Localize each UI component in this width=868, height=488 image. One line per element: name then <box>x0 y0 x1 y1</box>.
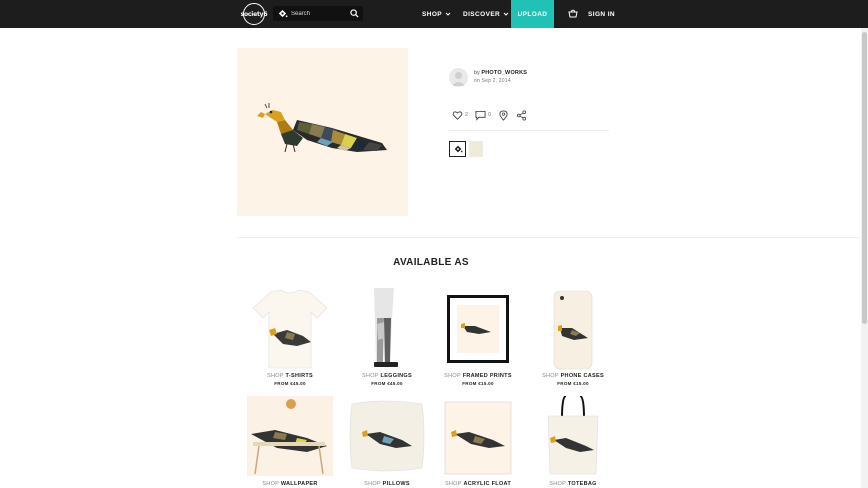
by-prefix: by <box>474 70 480 76</box>
like-count: 2 <box>465 112 469 118</box>
product-price: FROM €45.00 <box>274 381 306 386</box>
product-totebag[interactable]: SHOP TOTEBAG <box>530 396 616 488</box>
comment-button[interactable]: 0 <box>475 110 491 121</box>
totebag-thumbnail <box>547 396 599 475</box>
paint-bucket-icon[interactable] <box>277 8 288 19</box>
phone-case-thumbnail <box>553 290 593 370</box>
peacock-artwork <box>257 103 387 153</box>
chevron-down-icon <box>503 12 509 16</box>
product-price: FROM €45.00 <box>371 381 403 386</box>
share-button[interactable] <box>516 110 527 121</box>
sign-in-link[interactable]: SIGN IN <box>588 0 615 28</box>
artist-name-link[interactable]: PHOTO_WORKS <box>481 70 527 76</box>
search-icon[interactable] <box>350 9 359 18</box>
nav-discover-label: DISCOVER <box>463 10 501 18</box>
avatar[interactable] <box>449 68 468 87</box>
framed-print-thumbnail <box>447 295 509 363</box>
section-divider <box>237 237 859 238</box>
comment-count: 0 <box>488 112 492 118</box>
artist-byline: by PHOTO_WORKS <box>474 70 527 76</box>
scrollbar[interactable] <box>861 28 868 488</box>
acrylic-float-thumbnail <box>444 401 512 475</box>
nav-shop[interactable]: SHOP <box>422 0 451 28</box>
search-bar[interactable] <box>273 6 363 21</box>
artwork-image[interactable] <box>237 48 408 216</box>
product-label[interactable]: SHOP LEGGINGS <box>344 373 430 379</box>
logo-icon[interactable]: society6 <box>241 3 268 25</box>
product-pillows[interactable]: SHOP PILLOWS <box>344 396 430 488</box>
product-label[interactable]: SHOP WALLPAPER <box>247 481 333 487</box>
color-swatch-selected[interactable] <box>449 141 466 157</box>
product-label[interactable]: SHOP PILLOWS <box>344 481 430 487</box>
product-phone-cases[interactable]: SHOP PHONE CASES FROM €15.00 <box>530 288 616 386</box>
available-as-heading: AVAILABLE AS <box>393 257 469 268</box>
chevron-down-icon <box>445 12 451 16</box>
product-framed-prints[interactable]: SHOP FRAMED PRINTS FROM €15.00 <box>435 288 521 386</box>
location-button[interactable] <box>498 110 509 121</box>
product-label[interactable]: SHOP PHONE CASES <box>530 373 616 379</box>
divider <box>449 130 609 131</box>
share-icon <box>517 110 527 120</box>
search-input[interactable] <box>291 7 347 20</box>
product-label[interactable]: SHOP TOTEBAG <box>530 481 616 487</box>
wallpaper-thumbnail <box>247 396 333 476</box>
cart-icon[interactable] <box>568 9 578 19</box>
leggings-thumbnail <box>374 288 398 367</box>
scrollbar-thumb[interactable] <box>862 32 867 324</box>
product-acrylic-float[interactable]: SHOP ACRYLIC FLOAT <box>435 396 521 488</box>
product-leggings[interactable]: SHOP LEGGINGS FROM €45.00 <box>344 288 430 386</box>
like-button[interactable]: 2 <box>452 110 468 121</box>
artwork-actions: 2 0 <box>452 109 534 121</box>
avatar-placeholder-icon <box>452 72 465 86</box>
publish-date: on Sep 2, 2014 <box>474 78 511 84</box>
product-price: FROM €15.00 <box>557 381 589 386</box>
color-swatch-cream[interactable] <box>469 141 483 157</box>
product-label[interactable]: SHOP FRAMED PRINTS <box>435 373 521 379</box>
pillow-thumbnail <box>349 400 425 472</box>
nav-discover[interactable]: DISCOVER <box>463 0 509 28</box>
product-label[interactable]: SHOP T-SHIRTS <box>247 373 333 379</box>
location-pin-icon <box>499 110 508 121</box>
tshirt-thumbnail <box>252 289 328 369</box>
nav-shop-label: SHOP <box>422 10 443 18</box>
product-label[interactable]: SHOP ACRYLIC FLOAT <box>435 481 521 487</box>
paint-bucket-icon <box>454 145 463 153</box>
product-price: FROM €15.00 <box>462 381 494 386</box>
comment-icon <box>475 110 486 121</box>
upload-button[interactable]: UPLOAD <box>511 0 554 28</box>
heart-icon <box>452 110 463 120</box>
product-wallpaper[interactable]: SHOP WALLPAPER <box>247 396 333 488</box>
top-nav: society6 SHOP DISCOVER UPLOAD SIGN IN <box>0 0 868 28</box>
product-tshirts[interactable]: SHOP T-SHIRTS FROM €45.00 <box>247 288 333 386</box>
